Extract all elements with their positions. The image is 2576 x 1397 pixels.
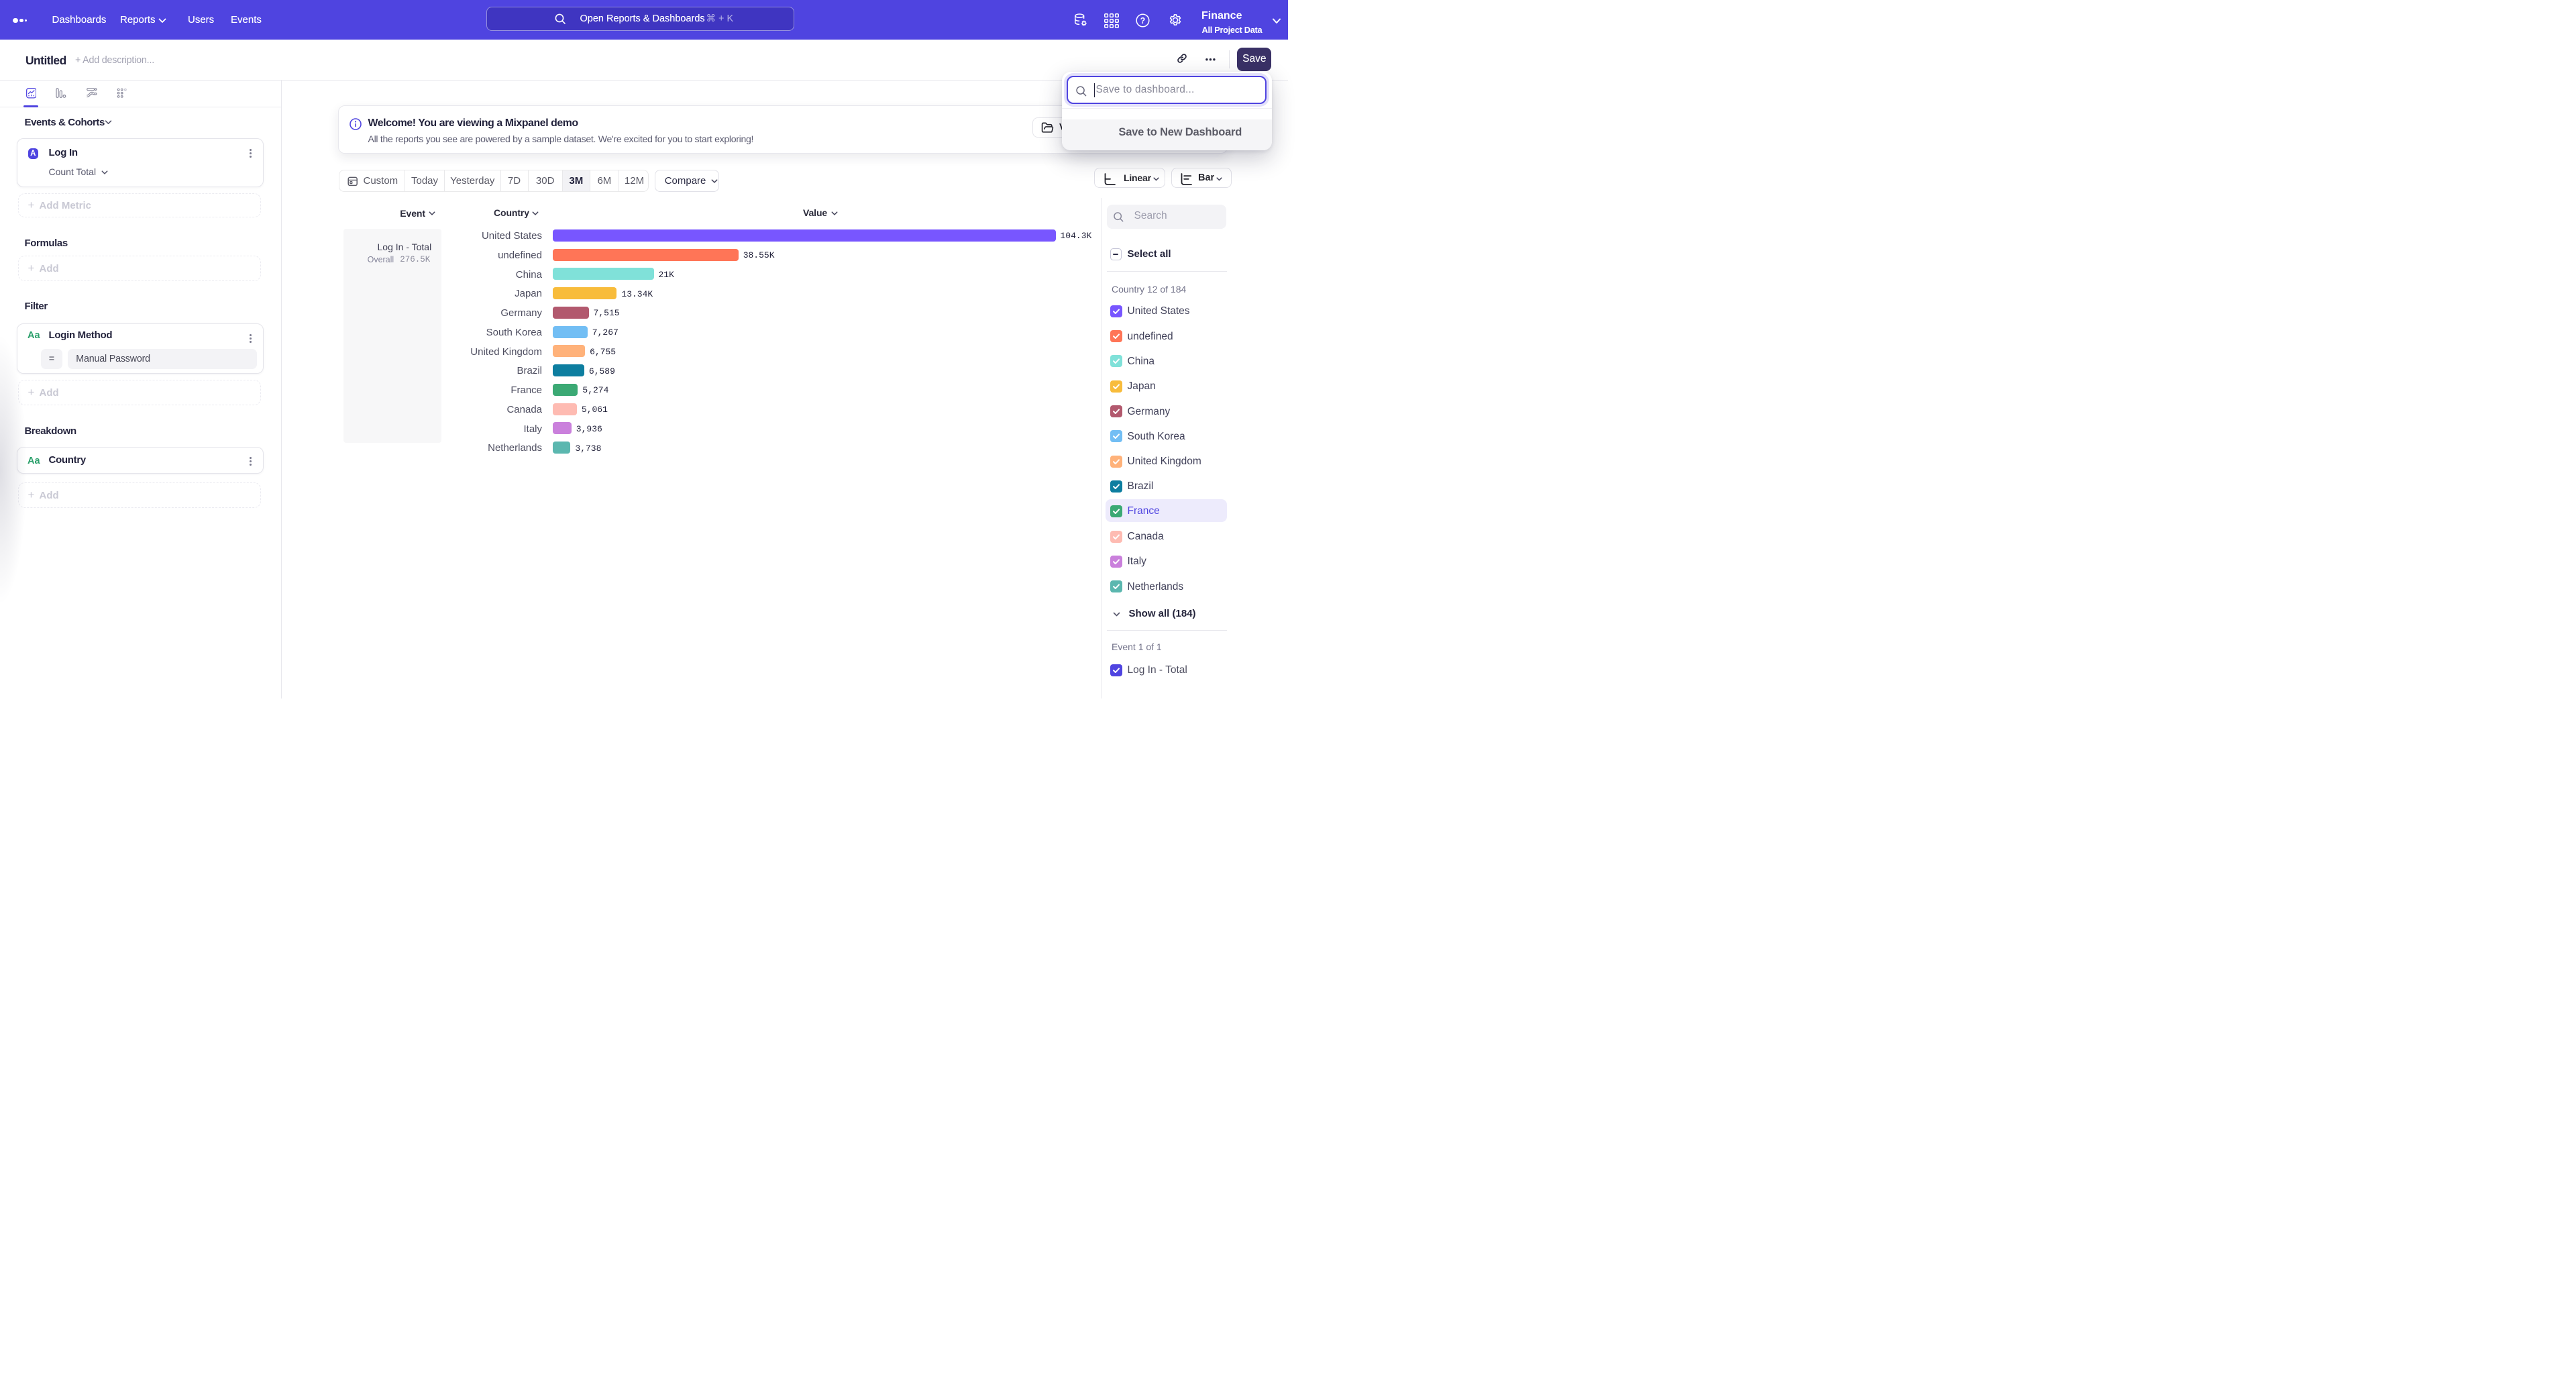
svg-text:?: ? [1140, 16, 1146, 25]
